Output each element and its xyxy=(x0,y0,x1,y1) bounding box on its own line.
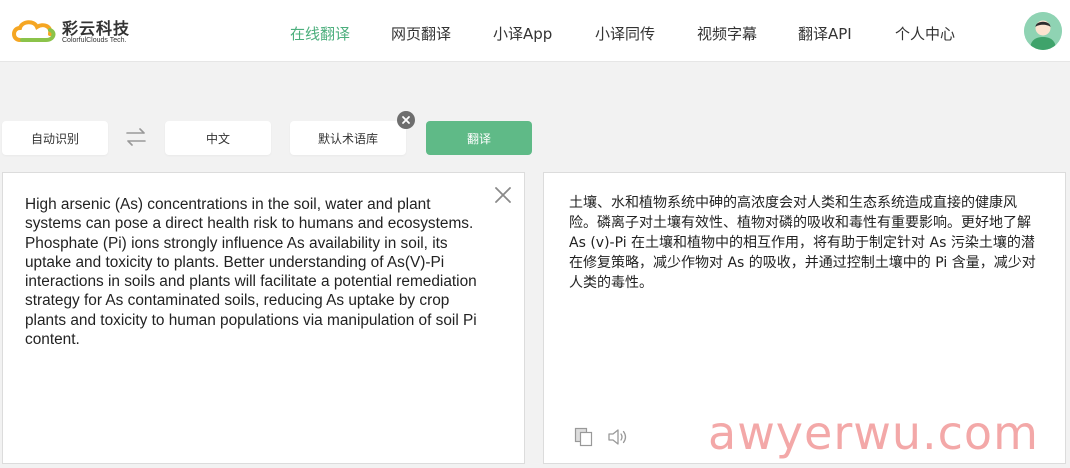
nav-item-translate-api[interactable]: 翻译API xyxy=(798,23,852,44)
nav-item-simultaneous[interactable]: 小译同传 xyxy=(595,23,655,44)
top-header: 彩云科技 ColorfulClouds Tech. 在线翻译 网页翻译 小译Ap… xyxy=(0,0,1070,62)
close-icon[interactable] xyxy=(493,185,513,205)
glossary-select[interactable]: 默认术语库 xyxy=(290,121,406,155)
nav-item-user-center[interactable]: 个人中心 xyxy=(895,23,955,44)
brand-name-cn: 彩云科技 xyxy=(62,19,131,38)
watermark-text: awyerwu.com xyxy=(708,406,1039,460)
translation-output: 土壤、水和植物系统中砷的高浓度会对人类和生态系统造成直接的健康风险。磷离子对土壤… xyxy=(569,195,1036,291)
nav-item-online-translate[interactable]: 在线翻译 xyxy=(290,23,350,44)
remove-glossary-button[interactable] xyxy=(397,111,415,129)
nav-item-video-subtitles[interactable]: 视频字幕 xyxy=(697,23,757,44)
speaker-icon[interactable] xyxy=(607,427,629,447)
source-language-select[interactable]: 自动识别 xyxy=(2,121,108,155)
source-panel: High arsenic (As) concentrations in the … xyxy=(2,172,525,464)
source-text-input[interactable]: High arsenic (As) concentrations in the … xyxy=(25,195,485,349)
nav-item-web-translate[interactable]: 网页翻译 xyxy=(391,23,451,44)
brand-logo[interactable]: 彩云科技 ColorfulClouds Tech. xyxy=(10,14,160,50)
copy-icon[interactable] xyxy=(574,427,594,447)
cloud-logo-icon xyxy=(12,20,56,42)
target-language-select[interactable]: 中文 xyxy=(165,121,271,155)
translate-button[interactable]: 翻译 xyxy=(426,121,532,155)
close-circle-icon xyxy=(402,116,410,124)
user-avatar[interactable] xyxy=(1024,12,1062,50)
user-avatar-icon xyxy=(1024,12,1062,50)
nav-item-xiaoyi-app[interactable]: 小译App xyxy=(493,23,552,44)
swap-arrows-icon[interactable] xyxy=(124,127,148,147)
brand-name-en: ColorfulClouds Tech. xyxy=(62,37,127,44)
